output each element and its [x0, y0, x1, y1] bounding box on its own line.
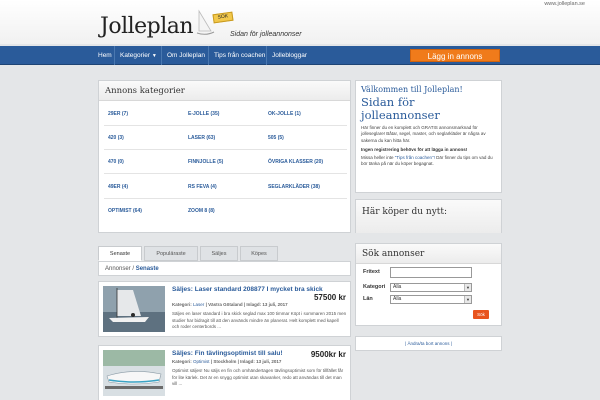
welcome-panel: Välkommen till Jolleplan! Sidan för joll… — [355, 80, 502, 193]
listing-description: Optimist säljes! Nu säljs en fin och omh… — [172, 368, 344, 387]
listing-description: Säljes en laser standard i bra skick seg… — [172, 311, 347, 330]
divider — [104, 173, 347, 174]
category-link[interactable]: ÖVRIGA KLASSER (20) — [268, 159, 323, 165]
listing-meta: Kategori: Laser | Västra Götaland | Inla… — [172, 302, 288, 307]
optimist-boat-photo — [103, 350, 165, 396]
breadcrumb-root[interactable]: Annonser — [105, 266, 131, 272]
region-select[interactable]: Alla ▼ — [390, 295, 472, 304]
category-select[interactable]: Alla ▼ — [390, 283, 472, 292]
region-label: Län — [363, 296, 373, 302]
listing-category-link[interactable]: Laser — [193, 302, 204, 307]
category-link[interactable]: 49ER (4) — [108, 184, 128, 190]
tab-for-sale[interactable]: Säljes — [200, 246, 238, 261]
category-link[interactable]: OK-JOLLE (1) — [268, 111, 301, 117]
search-panel: Sök annonser Fritext Kategori Alla ▼ Län… — [355, 243, 502, 326]
category-link[interactable]: LASER (63) — [188, 135, 215, 141]
listing-meta-details: | Stockholm | Inlagd: 13 juli, 2017 — [210, 359, 282, 364]
category-link[interactable]: OPTIMIST (64) — [108, 208, 142, 214]
tab-popular[interactable]: Populäraste — [144, 246, 198, 261]
divider — [104, 198, 347, 199]
freetext-label: Fritext — [363, 269, 380, 275]
buy-new-panel: Här köper du nytt: — [355, 199, 502, 233]
tips-link[interactable]: "Tips från coachen"! — [395, 155, 435, 160]
category-link[interactable]: 470 (0) — [108, 159, 124, 165]
freetext-input[interactable] — [390, 267, 472, 278]
breadcrumb-separator: / — [132, 266, 135, 272]
caret-down-icon: ▼ — [151, 53, 157, 59]
breadcrumb: Annonser / Senaste — [98, 261, 351, 276]
listing-item[interactable]: Säljes: Laser standard 208877 I mycket b… — [98, 281, 351, 337]
nav-about[interactable]: Om Jolleplan — [161, 46, 210, 65]
site-header: www.jolleplan.se Jolleplan SOK Sidan för… — [0, 0, 600, 44]
listing-thumbnail[interactable] — [103, 350, 165, 396]
chevron-down-icon: ▼ — [464, 284, 471, 291]
listing-price: 57500 kr — [313, 293, 346, 302]
buy-new-title: Här köper du nytt: — [356, 200, 501, 233]
listing-price: 9500kr kr — [310, 350, 346, 359]
listing-meta-details: | Västra Götaland | Inlagd: 13 juli, 201… — [205, 302, 288, 307]
nav-tips[interactable]: Tips från coachen — [208, 46, 270, 65]
site-url[interactable]: www.jolleplan.se — [544, 1, 585, 7]
welcome-headline: Sidan för jolleannonser — [361, 95, 440, 122]
nav-categories[interactable]: Kategorier ▼ — [114, 46, 162, 65]
site-logo[interactable]: Jolleplan — [100, 14, 194, 39]
category-link[interactable]: E-JOLLE (35) — [188, 111, 219, 117]
welcome-note: Missa heller inte "Tips från coachen"! D… — [361, 155, 496, 168]
breadcrumb-current: Senaste — [135, 266, 159, 272]
search-button[interactable]: Sök — [473, 310, 489, 319]
listing-thumbnail[interactable] — [103, 286, 165, 332]
welcome-body: Här finner du en komplett och GRATIS ann… — [361, 125, 486, 143]
categories-panel: Annons kategorier 29ER (7) E-JOLLE (35) … — [98, 80, 351, 233]
welcome-bold-line: Ingen registrering behövs för att lägga … — [361, 146, 468, 152]
listing-category-link[interactable]: Optimist — [193, 359, 210, 364]
tab-wanted[interactable]: Köpes — [240, 246, 278, 261]
welcome-greeting: Välkommen till Jolleplan! — [361, 85, 463, 94]
listing-item[interactable]: Säljes: Fin tävlingsoptimist till salu! … — [98, 345, 351, 400]
divider — [104, 149, 347, 150]
laser-boat-photo — [103, 286, 165, 332]
logo-badge: SOK — [212, 11, 234, 24]
region-select-value: Alla — [393, 296, 402, 302]
welcome-note-prefix: Missa heller inte — [361, 154, 394, 160]
tab-latest[interactable]: Senaste — [98, 246, 142, 261]
nav-blogs[interactable]: Jollebloggar — [266, 46, 312, 65]
nav-categories-label: Kategorier — [120, 52, 150, 59]
listing-meta-label: Kategori: — [172, 302, 192, 307]
main-nav: Hem Kategorier ▼ Om Jolleplan Tips från … — [0, 46, 600, 65]
category-link[interactable]: 505 (5) — [268, 135, 284, 141]
edit-remove-listing-link[interactable]: | Ändra/ta bort annons | — [355, 336, 502, 351]
category-label: Kategori — [363, 284, 386, 290]
tagline: Sidan för jolleannonser — [230, 31, 302, 38]
category-link[interactable]: 420 (3) — [108, 135, 124, 141]
category-link[interactable]: 29ER (7) — [108, 111, 128, 117]
search-title: Sök annonser — [356, 244, 501, 264]
category-link[interactable]: ZOOM 8 (8) — [188, 208, 215, 214]
category-link[interactable]: SEGLARKLÄDER (38) — [268, 184, 320, 190]
listing-title[interactable]: Säljes: Fin tävlingsoptimist till salu! — [172, 350, 283, 357]
listing-meta: Kategori: Optimist | Stockholm | Inlagd:… — [172, 359, 281, 364]
add-listing-button[interactable]: Lägg in annons — [410, 49, 500, 62]
listing-title[interactable]: Säljes: Laser standard 208877 I mycket b… — [172, 286, 323, 293]
listing-meta-label: Kategori: — [172, 359, 192, 364]
category-link[interactable]: RS FEVA (4) — [188, 184, 217, 190]
categories-title: Annons kategorier — [99, 81, 350, 101]
category-select-value: Alla — [393, 284, 402, 290]
category-link[interactable]: FINNJOLLE (5) — [188, 159, 223, 165]
chevron-down-icon: ▼ — [464, 296, 471, 303]
divider — [104, 125, 347, 126]
